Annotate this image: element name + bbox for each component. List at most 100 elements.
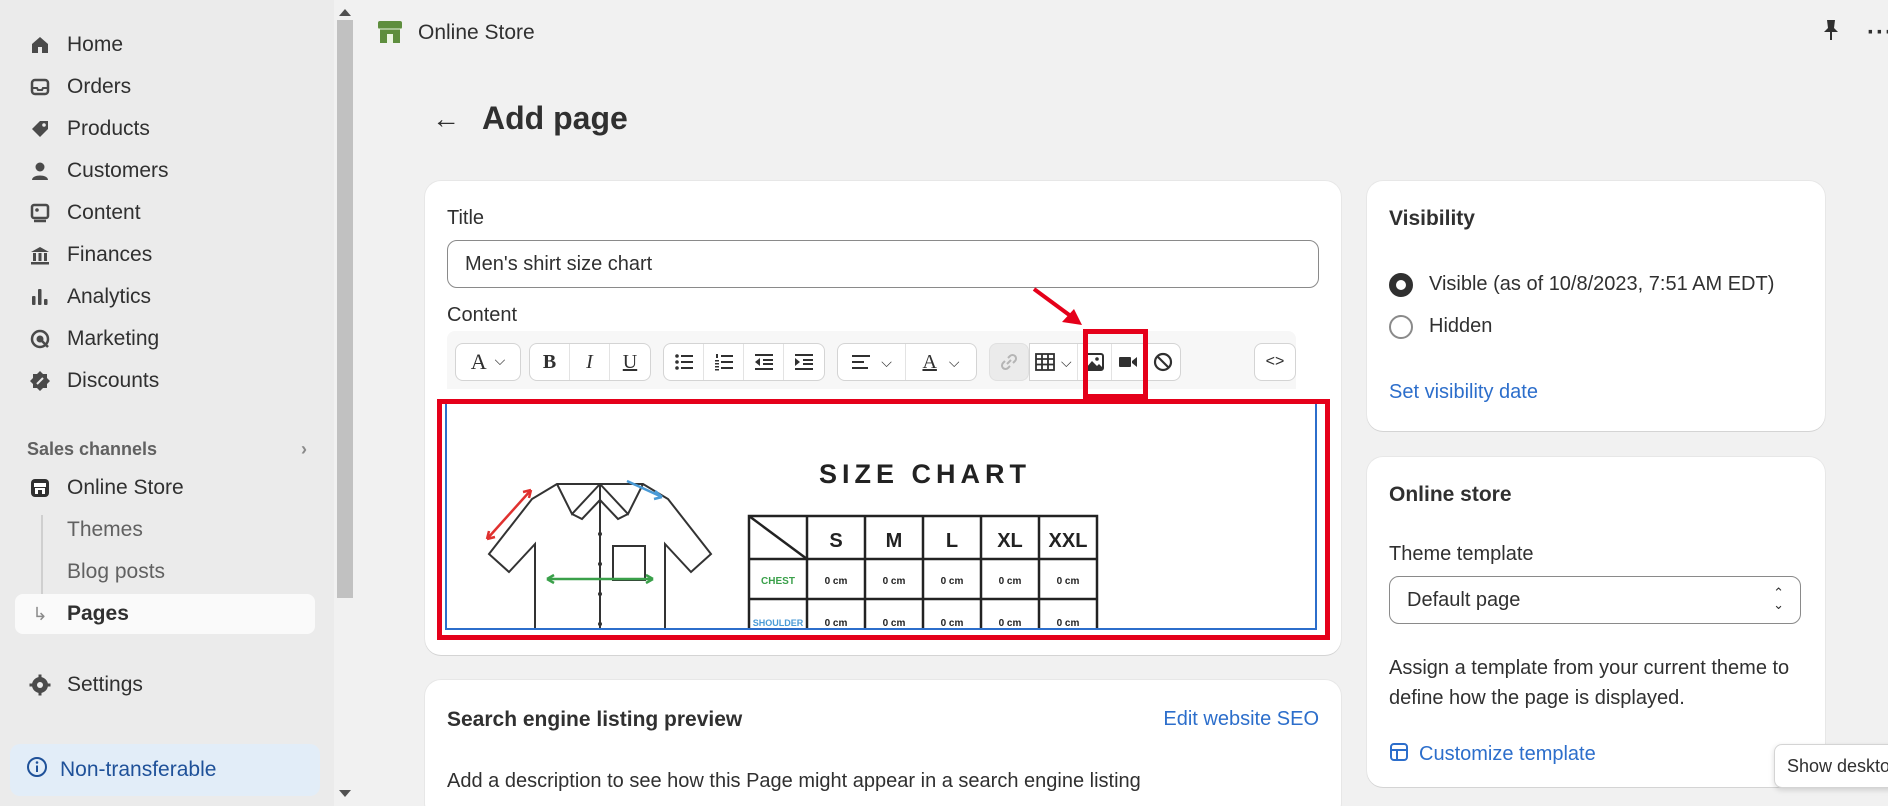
sidebar-item-online-store[interactable]: Online Store [15,468,315,508]
customize-template-label: Customize template [1419,743,1596,766]
select-chevron-icon: ⌃⌄ [1773,587,1784,611]
highlight-image-button-box [1083,329,1148,399]
sidebar-item-marketing[interactable]: Marketing [15,319,315,359]
tree-branch-icon: ↳ [27,601,53,627]
info-icon [26,756,48,784]
sidebar-item-finances[interactable]: Finances [15,235,315,275]
sidebar-item-orders[interactable]: Orders [15,67,315,107]
font-icon[interactable]: A ⌵ [456,344,520,380]
show-desktop-tooltip: Show desktop [1774,744,1888,788]
sidebar-item-label: Content [67,201,141,225]
title-input[interactable]: Men's shirt size chart [447,240,1319,288]
sidebar-item-discounts[interactable]: Discounts [15,361,315,401]
sidebar-item-label: Analytics [67,285,151,309]
sidebar-item-products[interactable]: Products [15,109,315,149]
set-visibility-date-link[interactable]: Set visibility date [1389,381,1538,404]
hidden-radio-label: Hidden [1429,315,1492,338]
text-color-icon[interactable]: A ⌵ [906,344,976,380]
sidebar-item-label: Pages [67,602,129,626]
topbar: Online Store ··· [356,0,1888,66]
align-left-icon[interactable]: ⌵ [838,344,906,380]
font-style-dropdown[interactable]: A ⌵ [455,343,521,381]
target-icon [27,326,53,352]
sidebar-item-settings[interactable]: Settings [15,665,315,705]
non-transferable-banner[interactable]: Non-transferable [10,744,320,796]
customize-template-link[interactable]: Customize template [1389,742,1596,767]
topbar-title: Online Store [418,21,535,45]
visible-radio-label: Visible (as of 10/8/2023, 7:51 AM EDT) [1429,273,1774,296]
bar-chart-icon [27,284,53,310]
table-icon[interactable]: ⌵ [1030,344,1078,380]
list-format-group [663,343,825,381]
page-header: ← Add page [432,100,628,137]
visibility-card: Visibility Visible (as of 10/8/2023, 7:5… [1367,181,1825,431]
link-icon[interactable] [990,344,1028,380]
content-label: Content [447,304,517,327]
sidebar-item-themes[interactable]: Themes [15,510,315,550]
sidebar-item-label: Finances [67,243,152,267]
seo-description: Add a description to see how this Page m… [447,766,1141,796]
edit-seo-link[interactable]: Edit website SEO [1163,708,1319,731]
topbar-actions: ··· [1821,18,1888,47]
sidebar: Home Orders Products Customers Content F… [0,0,334,806]
bold-icon[interactable]: B [530,344,570,380]
back-arrow-icon[interactable]: ← [432,103,460,135]
visible-radio[interactable] [1389,273,1413,297]
sales-channels-header[interactable]: Sales channels › [27,434,307,464]
inbox-icon [27,74,53,100]
theme-template-label: Theme template [1389,543,1534,566]
sidebar-item-home[interactable]: Home [15,25,315,65]
align-color-group: ⌵ A ⌵ [837,343,977,381]
scroll-down-arrow[interactable] [339,790,351,797]
sidebar-item-label: Customers [67,159,169,183]
sidebar-item-blog-posts[interactable]: Blog posts [15,552,315,592]
sidebar-item-label: Settings [67,673,143,697]
online-store-icon [376,17,404,50]
scroll-thumb[interactable] [337,20,353,598]
bank-icon [27,242,53,268]
sidebar-item-analytics[interactable]: Analytics [15,277,315,317]
image-icon [27,200,53,226]
outdent-icon[interactable] [744,344,784,380]
tooltip-text: Show desktop [1787,756,1888,777]
theme-template-select[interactable]: Default page ⌃⌄ [1389,576,1801,624]
pin-icon[interactable] [1821,18,1841,47]
sidebar-item-label: Themes [67,518,143,542]
underline-icon[interactable]: U [610,344,650,380]
sidebar-item-label: Home [67,33,123,57]
clear-format-icon[interactable] [1146,344,1180,380]
sidebar-item-label: Discounts [67,369,159,393]
theme-template-value: Default page [1407,589,1520,612]
sidebar-item-label: Products [67,117,150,141]
sidebar-item-customers[interactable]: Customers [15,151,315,191]
sidebar-item-pages[interactable]: ↳ Pages [15,594,315,634]
sidebar-item-content[interactable]: Content [15,193,315,233]
html-group: <> [1254,343,1296,381]
html-toggle-button[interactable]: <> [1255,344,1295,380]
scroll-up-arrow[interactable] [339,9,351,16]
seo-card: Search engine listing preview Edit websi… [425,680,1341,806]
indent-icon[interactable] [784,344,824,380]
page-title: Add page [482,100,628,137]
sidebar-scrollbar[interactable] [334,0,356,806]
italic-icon[interactable]: I [570,344,610,380]
chevron-right-icon: › [301,439,307,460]
red-arrow-annotation [1030,285,1090,335]
person-icon [27,158,53,184]
hidden-radio[interactable] [1389,315,1413,339]
theme-template-help: Assign a template from your current them… [1389,653,1801,713]
non-transferable-label: Non-transferable [60,758,216,782]
numbered-list-icon[interactable] [704,344,744,380]
title-label: Title [447,207,484,230]
editor-toolbar: A ⌵ B I U ⌵ A [447,331,1296,389]
home-icon [27,32,53,58]
highlight-editor-box [437,399,1330,640]
sidebar-item-label: Orders [67,75,131,99]
visibility-title: Visibility [1389,207,1475,231]
tag-icon [27,116,53,142]
more-options-icon[interactable]: ··· [1867,19,1888,47]
layout-icon [1389,742,1409,767]
sidebar-item-label: Marketing [67,327,159,351]
sidebar-item-label: Blog posts [67,560,165,584]
bullet-list-icon[interactable] [664,344,704,380]
